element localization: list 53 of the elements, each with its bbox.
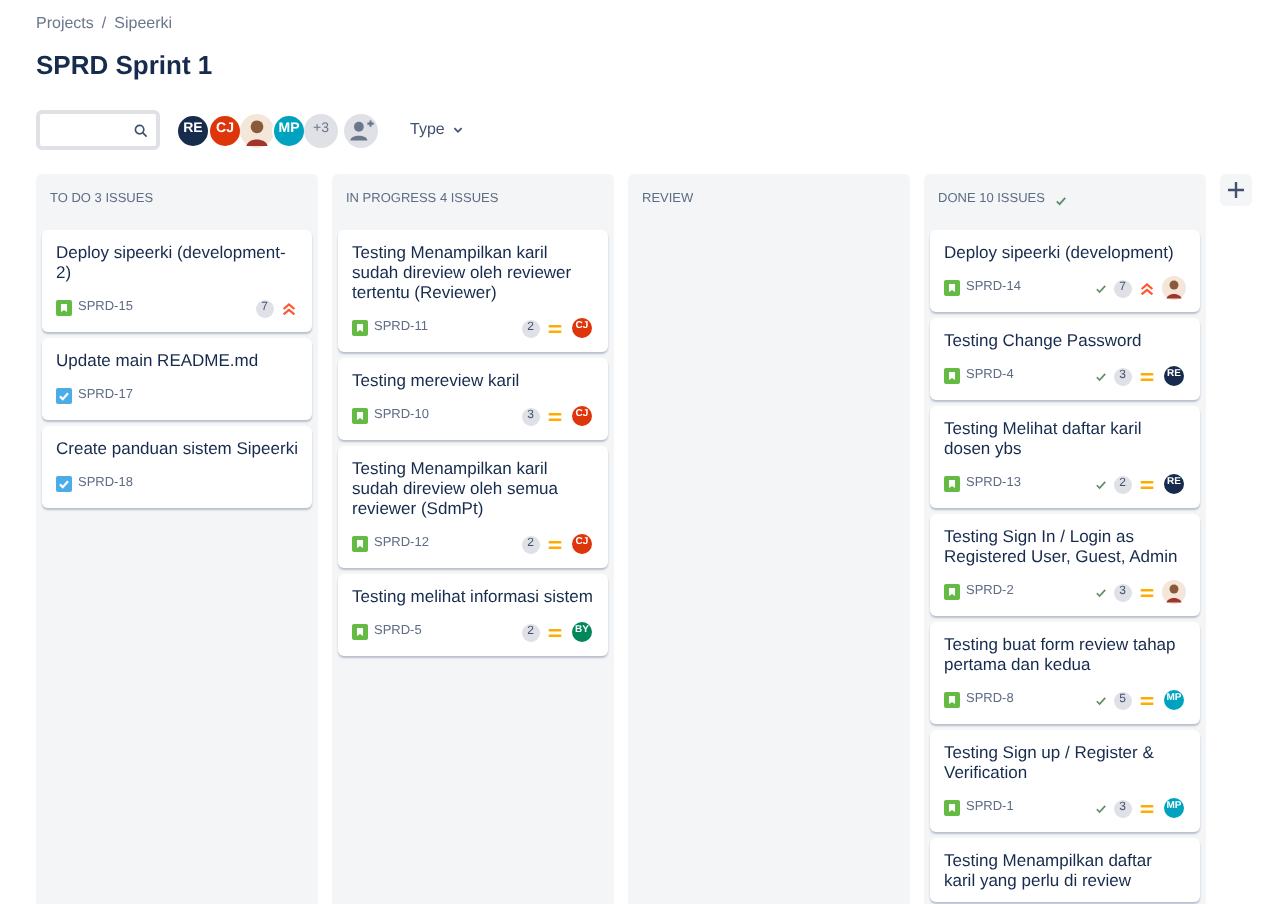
double-chevron-up-icon [1138,279,1156,297]
equals-icon [546,535,564,553]
issue-title: Update main README.md [56,350,261,370]
equals-icon [1138,799,1156,817]
breadcrumb-link[interactable]: Sipeerki [114,12,173,36]
story-icon [352,320,368,336]
equals-icon [546,319,564,337]
add-column-button[interactable] [1220,174,1252,206]
task-icon [56,388,72,404]
equals-icon [1138,475,1156,493]
type-filter-button[interactable]: Type [402,118,473,142]
breadcrumb-link[interactable]: Projects [36,12,94,36]
story-icon [944,476,960,492]
issue-title: Deploy sipeerki (development) [944,242,1176,262]
story-icon [944,280,960,296]
story-icon [944,584,960,600]
issue-title: Testing melihat informasi sistem [352,586,594,606]
search-icon [134,123,148,137]
chevron-down-icon [452,124,465,136]
search-field[interactable] [36,110,160,150]
issue-card[interactable]: Testing Menampilkan daftar karil yang perlu di review [930,838,1200,902]
double-chevron-up-icon [280,299,298,317]
issue-title: Testing Sign In / Login as Registered User, Guest, Admin [944,526,1180,566]
issue-title: Create panduan sistem Sipeerki [56,438,298,458]
issue-title: Testing Menampilkan daftar karil yang perlu di review [944,850,1154,890]
issue-title: Testing Change Password [944,330,1144,350]
task-icon [56,476,72,492]
issue-title: Deploy sipeerki (development-2) [56,242,288,282]
issue-title: Testing Menampilkan karil sudah direview oleh semua reviewer (SdmPt) [352,458,561,518]
story-icon [56,300,72,316]
equals-icon [546,407,564,425]
equals-icon [546,623,564,641]
issue-title: Testing Sign up / Register & Verification [944,742,1156,782]
breadcrumb-separator: / [101,12,107,36]
story-icon [944,368,960,384]
user-avatar-icon[interactable] [1162,276,1186,300]
equals-icon [1138,583,1156,601]
page-title: SPRD Sprint 1 [36,50,213,80]
issue-title: Testing buat form review tahap pertama dan kedua [944,634,1178,674]
user-avatar-icon[interactable] [240,113,274,147]
story-icon [352,624,368,640]
issue-title: Testing mereview karil [352,370,522,390]
story-icon [352,408,368,424]
plus-icon [1226,180,1246,200]
equals-icon [1138,691,1156,709]
add-person-icon[interactable] [344,113,378,147]
story-icon [944,800,960,816]
story-icon [944,692,960,708]
equals-icon [1138,367,1156,385]
issue-title: Testing Melihat daftar karil dosen ybs [944,418,1144,458]
user-avatar-icon[interactable] [1162,580,1186,604]
issue-title: Testing Menampilkan karil sudah direview oleh reviewer tertentu (Reviewer) [352,242,574,302]
story-icon [352,536,368,552]
